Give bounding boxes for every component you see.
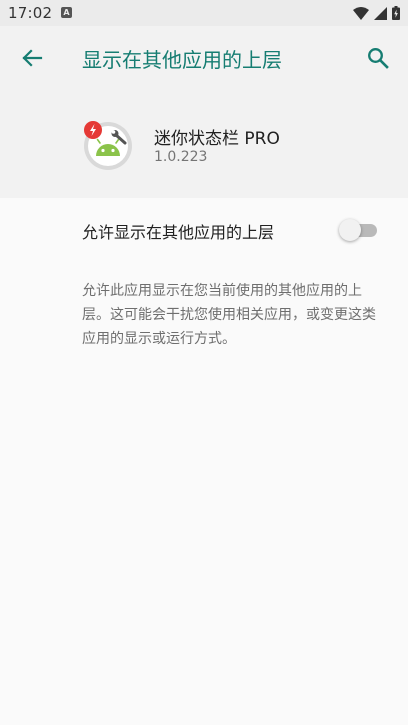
permission-description: 允许此应用显示在您当前使用的其他应用的上层。这可能会干扰您使用相关应用，或变更这… [82, 283, 376, 347]
setting-label: 允许显示在其他应用的上层 [82, 223, 275, 242]
permission-toggle[interactable] [339, 218, 379, 242]
status-time: 17:02 [8, 4, 53, 22]
toggle-thumb [339, 219, 361, 241]
search-icon [368, 48, 389, 69]
signal-icon [374, 6, 387, 20]
back-button[interactable] [14, 40, 50, 76]
battery-icon [392, 6, 400, 20]
notification-icon: A [61, 7, 72, 18]
permission-setting-row[interactable]: 允许显示在其他应用的上层 [0, 198, 408, 262]
status-icons [353, 4, 400, 22]
wifi-icon [353, 6, 369, 20]
app-name: 迷你状态栏 PRO [154, 129, 280, 149]
app-icon [82, 119, 134, 171]
arrow-back-icon [22, 49, 43, 67]
toolbar: 显示在其他应用的上层 [0, 26, 408, 90]
app-version: 1.0.223 [154, 149, 208, 165]
screen: 17:02 A 显示在其他应用的上层 迷你状态栏 PRO 1.0.223 允许显… [0, 0, 408, 725]
search-button[interactable] [360, 40, 396, 76]
status-bar: 17:02 A [0, 0, 408, 26]
page-title: 显示在其他应用的上层 [82, 48, 282, 72]
